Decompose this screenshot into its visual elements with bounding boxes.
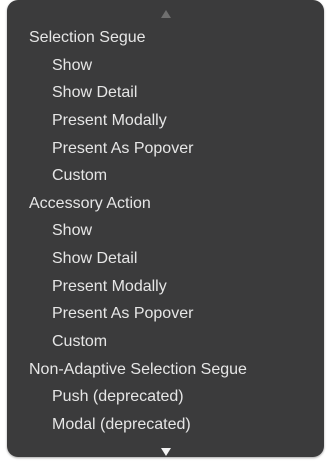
menu-item-selection-show-detail[interactable]: Show Detail <box>7 79 324 107</box>
segue-context-menu: Selection Segue Show Show Detail Present… <box>7 0 324 457</box>
scroll-up-icon[interactable] <box>7 6 324 22</box>
section-header-selection-segue: Selection Segue <box>29 29 146 46</box>
menu-item-selection-present-modally[interactable]: Present Modally <box>7 107 324 135</box>
menu-item-accessory-present-modally[interactable]: Present Modally <box>7 273 324 301</box>
menu-item-accessory-show[interactable]: Show <box>7 217 324 245</box>
section-header-non-adaptive-selection-segue: Non-Adaptive Selection Segue <box>29 360 247 378</box>
scroll-down-icon[interactable] <box>7 444 324 457</box>
menu-item-selection-custom[interactable]: Custom <box>7 162 324 190</box>
menu-item-modal-deprecated[interactable]: Modal (deprecated) <box>7 411 324 439</box>
menu-item-accessory-show-detail[interactable]: Show Detail <box>7 245 324 273</box>
menu-item-accessory-present-as-popover[interactable]: Present As Popover <box>7 300 324 328</box>
menu-list: Selection Segue Show Show Detail Present… <box>7 24 324 439</box>
menu-item-selection-show[interactable]: Show <box>7 52 324 80</box>
section-header-accessory-action: Accessory Action <box>29 194 151 212</box>
menu-item-selection-present-as-popover[interactable]: Present As Popover <box>7 135 324 163</box>
menu-item-accessory-custom[interactable]: Custom <box>7 328 324 356</box>
menu-item-push-deprecated[interactable]: Push (deprecated) <box>7 383 324 411</box>
